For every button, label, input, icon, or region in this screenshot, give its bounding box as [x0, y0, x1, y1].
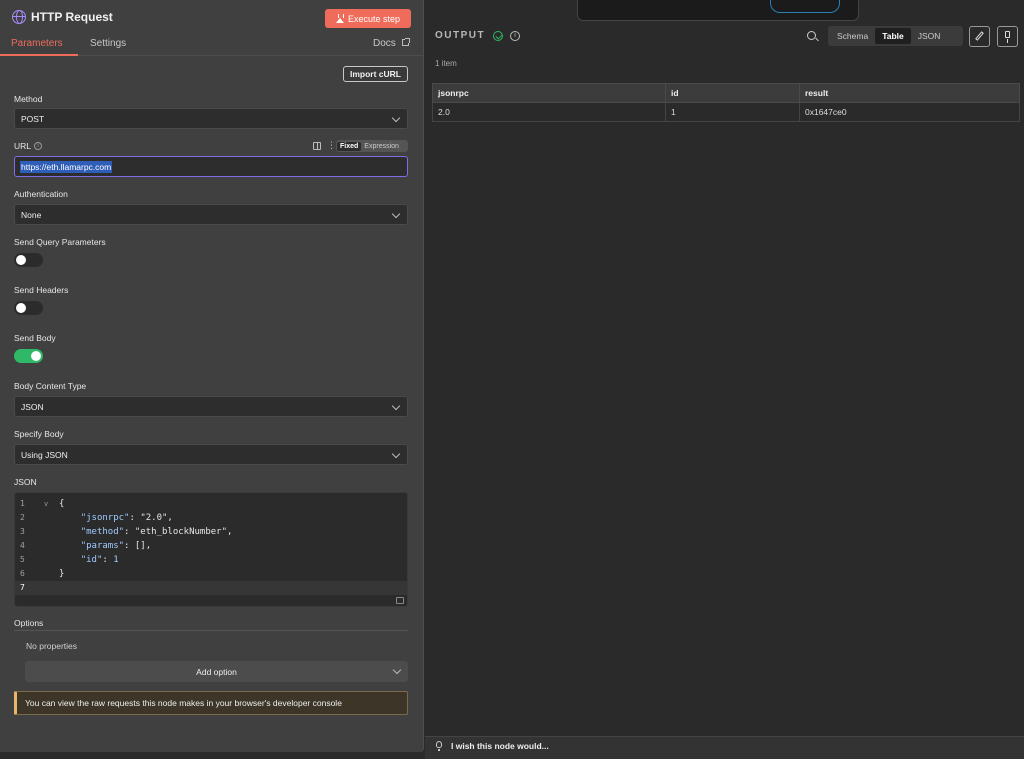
method-label: Method [14, 94, 43, 104]
send-query-toggle[interactable] [14, 253, 43, 267]
toggle-knob [16, 255, 26, 265]
code-line: 2 "jsonrpc": "2.0", [20, 513, 173, 523]
chevron-down-icon [391, 209, 401, 219]
table-row: 2.0 1 0x1647ce0 [432, 102, 1020, 122]
specify-body-label: Specify Body [14, 429, 64, 439]
divider [14, 630, 408, 631]
body-content-type-select[interactable]: JSON [14, 396, 408, 417]
code-line: 5 "id": 1 [20, 555, 119, 565]
pin-icon [1005, 31, 1010, 43]
code-line: 1 v { [20, 497, 65, 511]
options-label: Options [14, 618, 44, 628]
item-count: 1 item [435, 59, 457, 68]
docs-link[interactable]: Docs [373, 38, 396, 49]
fixed-expression-toggle[interactable]: Fixed Expression [336, 140, 408, 152]
code-line: 6 } [20, 569, 65, 579]
search-icon[interactable] [807, 31, 816, 40]
send-body-label: Send Body [14, 333, 56, 343]
feedback-text[interactable]: I wish this node would... [451, 741, 549, 751]
specify-body-select[interactable]: Using JSON [14, 444, 408, 465]
globe-icon [12, 10, 26, 24]
no-properties-text: No properties [26, 641, 78, 651]
body-content-type-label: Body Content Type [14, 381, 87, 391]
output-view-switcher: Schema Table JSON [828, 26, 963, 46]
code-line: 3 "method": "eth_blockNumber", [20, 527, 233, 537]
floating-action-button[interactable] [770, 0, 840, 13]
specify-body-value: Using JSON [21, 449, 68, 460]
chevron-down-icon [391, 113, 401, 123]
send-query-label: Send Query Parameters [14, 237, 106, 247]
send-headers-toggle[interactable] [14, 301, 43, 315]
toggle-knob [31, 351, 41, 361]
edit-output-button[interactable] [969, 26, 990, 47]
more-options-icon[interactable]: ⋮ [327, 140, 336, 151]
chevron-down-icon [392, 665, 402, 675]
node-parameters-panel: HTTP Request Execute step Parameters Set… [0, 0, 424, 752]
pencil-icon [975, 31, 984, 41]
execute-step-label: Execute step [347, 13, 401, 24]
table-header-row: jsonrpc id result [432, 83, 1020, 103]
execute-step-button[interactable]: Execute step [325, 9, 411, 28]
output-table: jsonrpc id result 2.0 1 0x1647ce0 [432, 83, 1020, 122]
view-schema[interactable]: Schema [830, 28, 875, 44]
success-check-icon [493, 31, 503, 41]
toggle-knob [16, 303, 26, 313]
pin-data-button[interactable] [997, 26, 1018, 47]
panel-header: HTTP Request Execute step [0, 0, 424, 36]
table-cell[interactable]: 2.0 [432, 102, 666, 122]
node-title[interactable]: HTTP Request [31, 10, 113, 24]
external-link-icon[interactable] [402, 38, 410, 46]
flask-icon [335, 14, 344, 23]
add-option-button[interactable]: Add option [25, 661, 408, 682]
column-header-id[interactable]: id [665, 83, 800, 103]
fixed-option[interactable]: Fixed [337, 141, 362, 151]
send-body-toggle[interactable] [14, 349, 43, 363]
body-content-type-value: JSON [21, 401, 44, 412]
table-cell[interactable]: 0x1647ce0 [799, 102, 1020, 122]
fold-icon[interactable]: v [44, 497, 48, 511]
column-header-result[interactable]: result [799, 83, 1020, 103]
tab-parameters[interactable]: Parameters [11, 38, 63, 49]
column-header-jsonrpc[interactable]: jsonrpc [432, 83, 666, 103]
chevron-down-icon [391, 449, 401, 459]
tab-settings[interactable]: Settings [90, 38, 126, 49]
notice-text: You can view the raw requests this node … [25, 698, 342, 708]
authentication-select[interactable]: None [14, 204, 408, 225]
send-headers-label: Send Headers [14, 285, 69, 295]
active-tab-underline [0, 54, 78, 56]
url-input[interactable]: https://eth.llamarpc.com [14, 156, 408, 177]
method-select[interactable]: POST [14, 108, 408, 129]
chevron-down-icon [391, 401, 401, 411]
method-value: POST [21, 113, 45, 124]
authentication-value: None [21, 209, 42, 220]
json-label: JSON [14, 477, 37, 487]
url-label: URL [14, 141, 32, 151]
authentication-label: Authentication [14, 189, 68, 199]
view-table[interactable]: Table [875, 28, 911, 44]
developer-console-notice: You can view the raw requests this node … [14, 691, 408, 715]
url-value: https://eth.llamarpc.com [20, 160, 113, 173]
expand-editor-icon[interactable] [313, 142, 321, 150]
import-curl-button[interactable]: Import cURL [343, 66, 408, 82]
code-line-current: 7 [15, 581, 407, 595]
add-option-label: Add option [196, 666, 237, 677]
info-icon[interactable]: i [34, 142, 42, 150]
view-json[interactable]: JSON [911, 28, 948, 44]
panel-tabs: Parameters Settings Docs [0, 36, 424, 56]
floating-toolbar [577, 0, 859, 21]
resize-icon[interactable] [396, 597, 404, 604]
expression-option[interactable]: Expression [361, 143, 402, 150]
lightbulb-icon [436, 741, 442, 751]
code-line: 4 "params": [], [20, 541, 152, 551]
table-cell[interactable]: 1 [665, 102, 800, 122]
json-code-editor[interactable]: 1 v { 2 "jsonrpc": "2.0", 3 "method": "e… [14, 492, 408, 607]
info-icon[interactable]: i [510, 31, 520, 41]
output-title: OUTPUT [435, 30, 486, 41]
